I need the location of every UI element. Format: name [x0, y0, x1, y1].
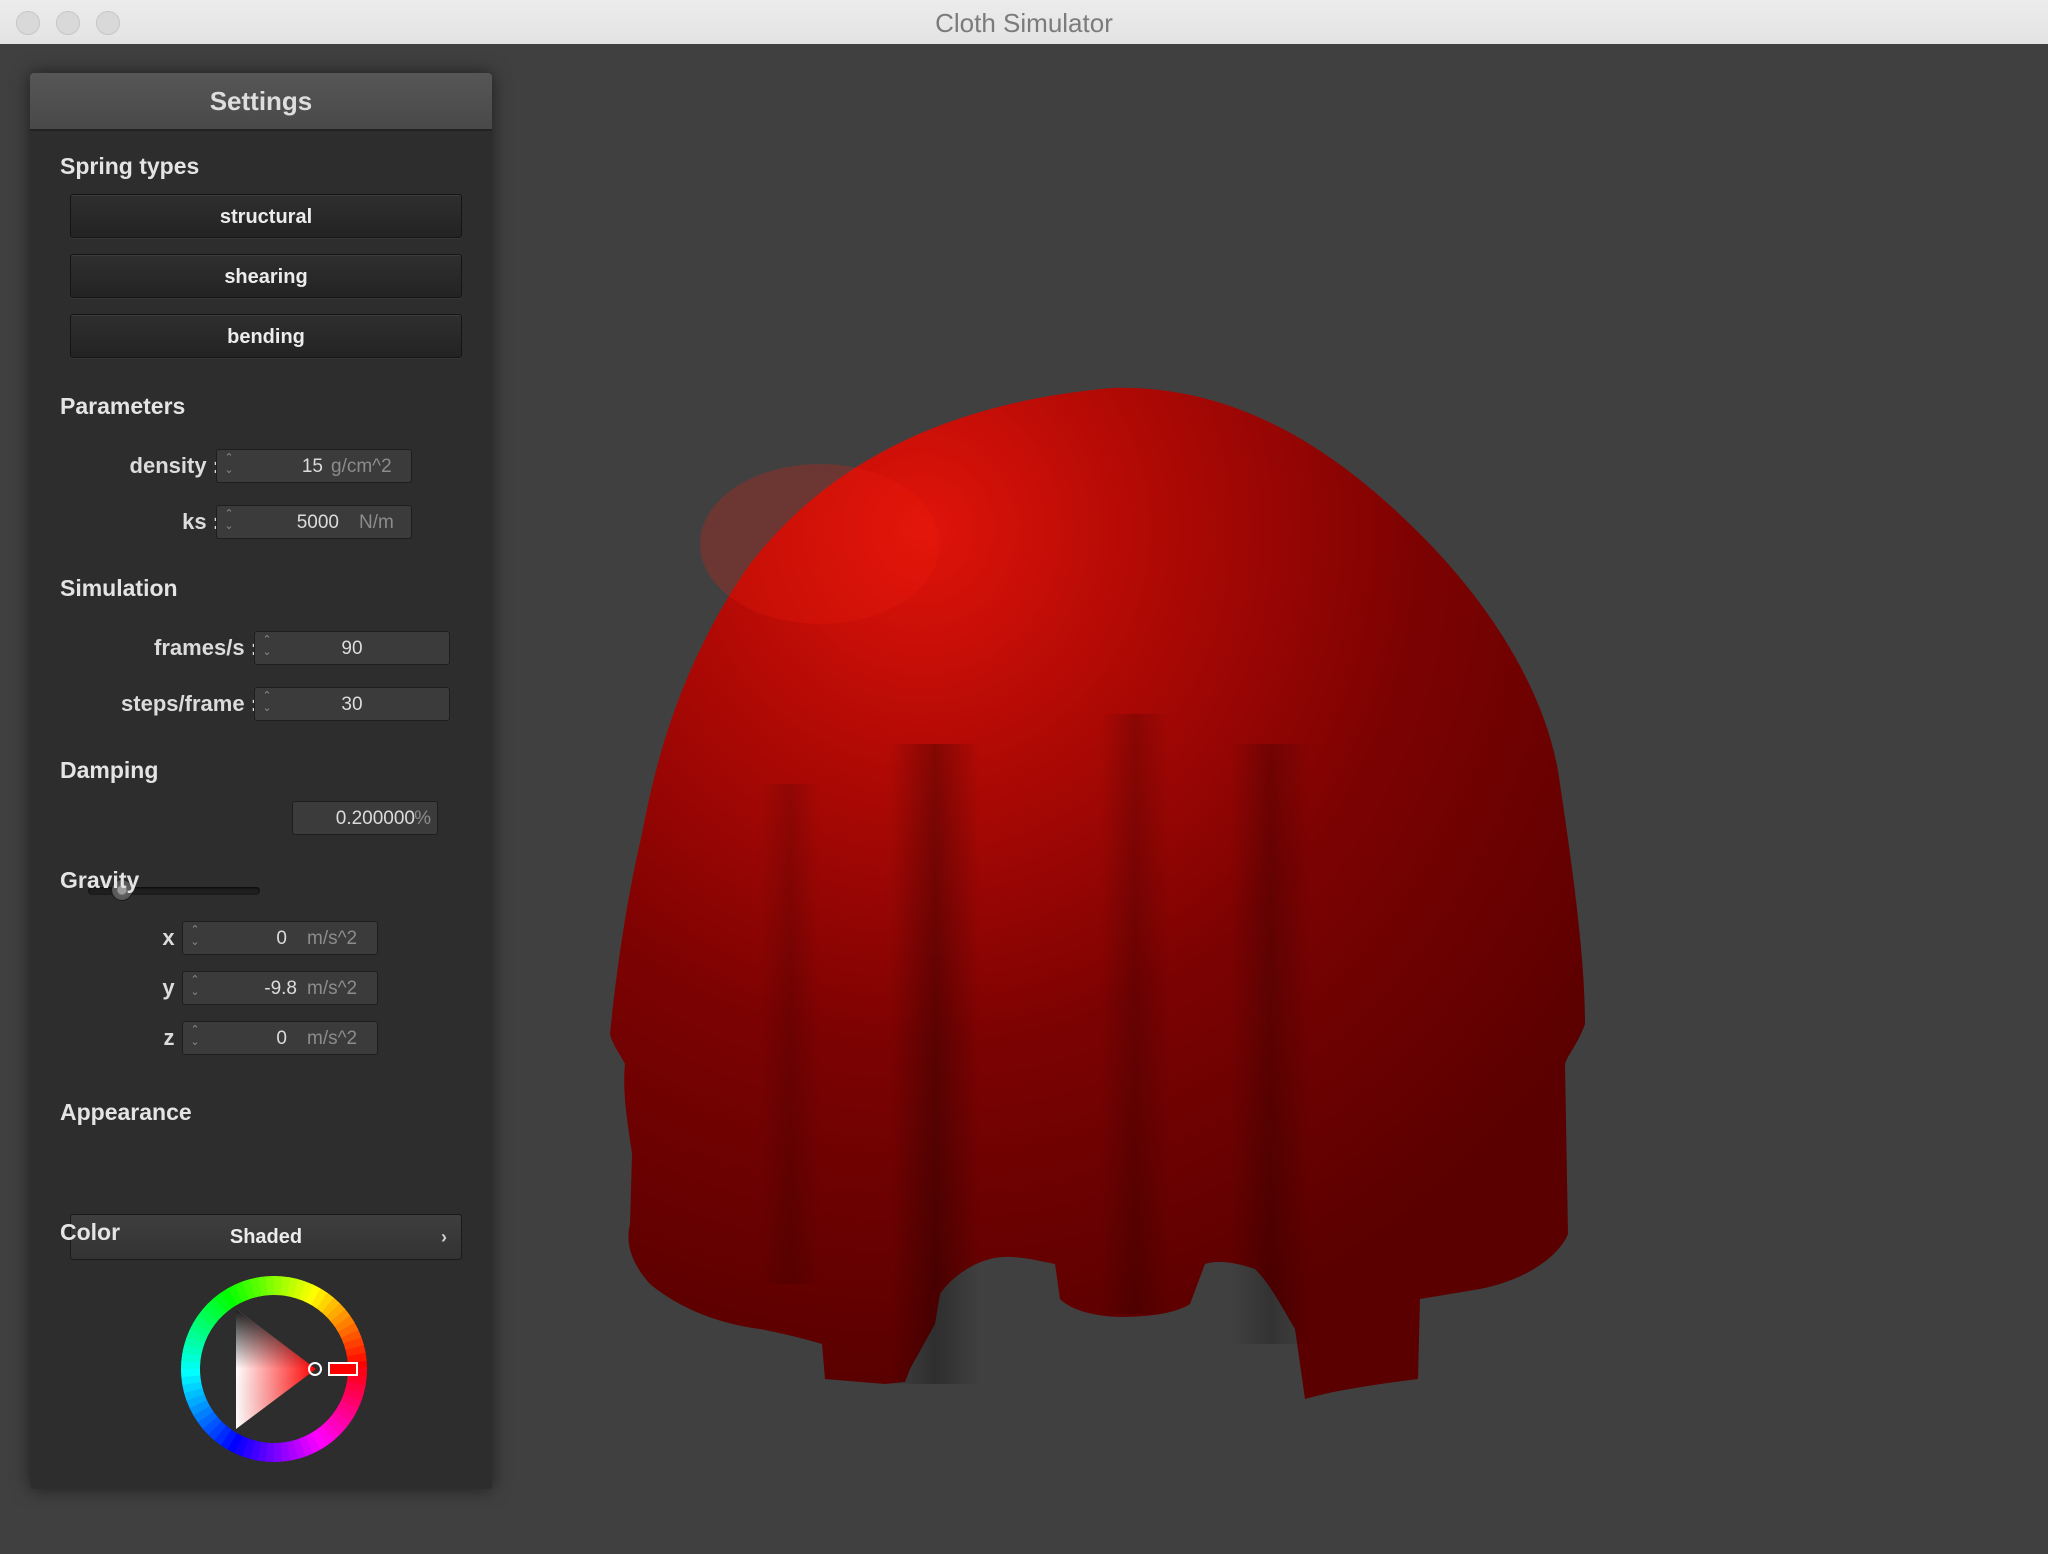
gravity-x-unit: m/s^2 [307, 928, 358, 949]
gravity-x-label: x : [162, 925, 188, 950]
chevron-right-icon: › [441, 1227, 447, 1247]
simulation-heading: Simulation [60, 575, 178, 601]
shearing-button[interactable]: shearing [70, 254, 462, 298]
settings-panel: Settings Spring types structural shearin… [30, 73, 492, 1489]
steps-per-frame-input[interactable]: ⌃ ⌄ 30 [254, 687, 450, 721]
title-bar: Cloth Simulator [0, 0, 2048, 45]
gravity-heading: Gravity [60, 867, 140, 893]
panel-title[interactable]: Settings [30, 73, 492, 131]
spinner-arrows-icon[interactable]: ⌃ ⌄ [189, 974, 201, 1002]
frames-per-second-label: frames/s : [154, 635, 258, 660]
gravity-x-input[interactable]: ⌃ ⌄ 0 m/s^2 [182, 921, 378, 955]
density-value: 15 [301, 456, 323, 477]
density-input[interactable]: ⌃ ⌄ 15 g/cm^2 [216, 449, 412, 483]
appearance-dropdown[interactable]: Shaded › [70, 1214, 462, 1260]
gravity-z-input[interactable]: ⌃ ⌄ 0 m/s^2 [182, 1021, 378, 1055]
structural-button[interactable]: structural [70, 194, 462, 238]
gravity-z-unit: m/s^2 [307, 1028, 358, 1049]
cloth-mesh[interactable] [600, 364, 1600, 1424]
gravity-y-unit: m/s^2 [307, 978, 358, 999]
steps-per-frame-value: 30 [341, 694, 363, 715]
gravity-x-value: 0 [276, 928, 287, 949]
spinner-arrows-icon[interactable]: ⌃ ⌄ [223, 508, 235, 536]
density-label: density : [129, 453, 220, 478]
gravity-y-value: -9.8 [264, 978, 297, 999]
damping-heading: Damping [60, 757, 159, 783]
spinner-arrows-icon[interactable]: ⌃ ⌄ [223, 452, 235, 480]
frames-per-second-value: 90 [341, 638, 363, 659]
ks-value: 5000 [296, 512, 339, 533]
window-title: Cloth Simulator [935, 8, 1113, 38]
damping-input[interactable]: 0.200000 % [292, 801, 438, 835]
gravity-y-label: y : [162, 975, 188, 1000]
hue-selector-handle[interactable] [328, 1362, 358, 1376]
frames-per-second-input[interactable]: ⌃ ⌄ 90 [254, 631, 450, 665]
appearance-selected-value: Shaded [229, 1226, 303, 1248]
ks-input[interactable]: ⌃ ⌄ 5000 N/m [216, 505, 412, 539]
color-wheel[interactable] [174, 1269, 374, 1469]
damping-unit: % [414, 808, 431, 829]
gravity-y-input[interactable]: ⌃ ⌄ -9.8 m/s^2 [182, 971, 378, 1005]
color-heading: Color [60, 1219, 121, 1245]
damping-value: 0.200000 [335, 808, 415, 829]
spinner-arrows-icon[interactable]: ⌃ ⌄ [189, 1024, 201, 1052]
spring-types-heading: Spring types [60, 153, 200, 179]
gravity-z-label: z : [163, 1025, 188, 1050]
appearance-heading: Appearance [60, 1099, 192, 1125]
gravity-z-value: 0 [276, 1028, 287, 1049]
parameters-heading: Parameters [60, 393, 186, 419]
ks-unit: N/m [359, 512, 394, 533]
spinner-arrows-icon[interactable]: ⌃ ⌄ [189, 924, 201, 952]
density-unit: g/cm^2 [331, 456, 392, 477]
ks-label: ks : [182, 509, 220, 534]
bending-button[interactable]: bending [70, 314, 462, 358]
steps-per-frame-label: steps/frame : [121, 691, 258, 716]
